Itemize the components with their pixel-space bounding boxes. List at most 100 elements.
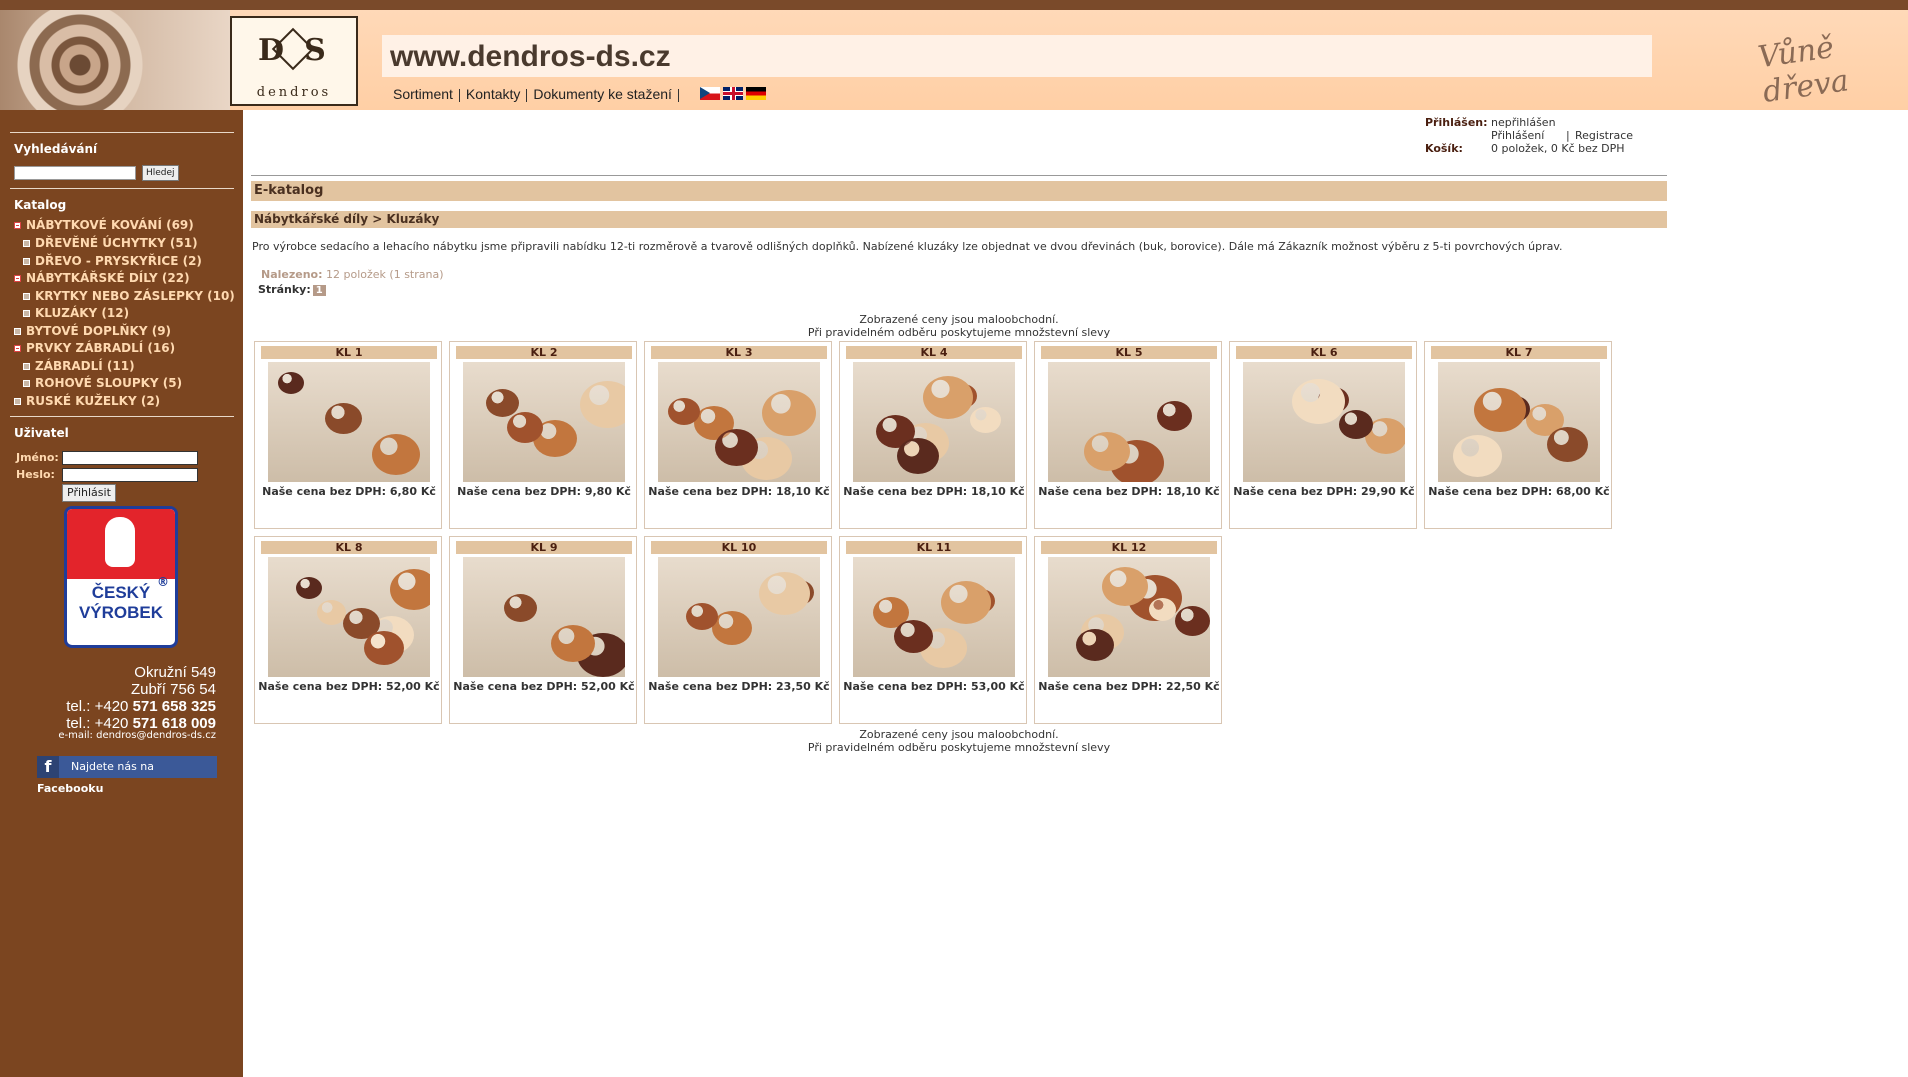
product-image[interactable] bbox=[658, 362, 820, 482]
product-title[interactable]: KL 6 bbox=[1236, 346, 1412, 359]
register-link[interactable]: Registrace bbox=[1575, 129, 1633, 142]
cart-value[interactable]: 0 položek, 0 Kč bez DPH bbox=[1491, 142, 1625, 155]
product-card[interactable]: KL 8 Naše cena bez DPH: 52,00 Kč bbox=[254, 536, 442, 724]
address-city: Zubří 756 54 bbox=[130, 681, 216, 698]
wooden-glide-icon bbox=[1102, 567, 1148, 606]
product-card[interactable]: KL 7 Naše cena bez DPH: 68,00 Kč bbox=[1424, 341, 1612, 529]
category-nabytkove-kovani[interactable]: NÁBYTKOVÉ KOVÁNÍ (69) bbox=[14, 218, 194, 232]
product-title[interactable]: KL 3 bbox=[651, 346, 827, 359]
divider bbox=[10, 132, 234, 133]
product-card[interactable]: KL 4 Naše cena bez DPH: 18,10 Kč bbox=[839, 341, 1027, 529]
product-card[interactable]: KL 6 Naše cena bez DPH: 29,90 Kč bbox=[1229, 341, 1417, 529]
facebook-button[interactable]: f Najdete nás na Facebooku bbox=[37, 756, 217, 795]
login-link[interactable]: Přihlášení bbox=[1491, 129, 1544, 142]
product-card[interactable]: KL 10 Naše cena bez DPH: 23,50 Kč bbox=[644, 536, 832, 724]
product-image[interactable] bbox=[1048, 362, 1210, 482]
wooden-glide-icon bbox=[1149, 598, 1176, 621]
nav-dokumenty[interactable]: Dokumenty ke stažení bbox=[533, 86, 672, 102]
wooden-glide-icon bbox=[390, 569, 430, 610]
cz-flag-icon[interactable] bbox=[700, 87, 720, 100]
nav-sortiment[interactable]: Sortiment bbox=[393, 86, 453, 102]
product-image[interactable] bbox=[853, 557, 1015, 677]
product-image[interactable] bbox=[463, 557, 625, 677]
collapse-icon[interactable] bbox=[14, 275, 21, 282]
badge-text: ČESKÝ VÝROBEK bbox=[67, 583, 175, 623]
login-button[interactable]: Přihlásit bbox=[62, 484, 116, 502]
collapse-icon[interactable] bbox=[14, 222, 21, 229]
product-title[interactable]: KL 5 bbox=[1041, 346, 1217, 359]
product-card[interactable]: KL 3 Naše cena bez DPH: 18,10 Kč bbox=[644, 341, 832, 529]
nav-separator bbox=[526, 88, 528, 102]
product-title[interactable]: KL 7 bbox=[1431, 346, 1607, 359]
product-card[interactable]: KL 1 Naše cena bez DPH: 6,80 Kč bbox=[254, 341, 442, 529]
product-title[interactable]: KL 4 bbox=[846, 346, 1022, 359]
page-1-link[interactable]: 1 bbox=[312, 285, 326, 296]
product-title[interactable]: KL 12 bbox=[1041, 541, 1217, 554]
password-input[interactable] bbox=[62, 468, 198, 482]
catalog-title: Katalog bbox=[14, 198, 67, 212]
category-nabytkarske-dily[interactable]: NÁBYTKÁŘSKÉ DÍLY (22) bbox=[14, 271, 190, 285]
product-image[interactable] bbox=[1438, 362, 1600, 482]
collapse-icon[interactable] bbox=[14, 345, 21, 352]
product-title[interactable]: KL 8 bbox=[261, 541, 437, 554]
product-title[interactable]: KL 1 bbox=[261, 346, 437, 359]
product-image[interactable] bbox=[658, 557, 820, 677]
product-card[interactable]: KL 12 Naše cena bez DPH: 22,50 Kč bbox=[1034, 536, 1222, 724]
cesky-vyrobek-badge: ® ČESKÝ VÝROBEK bbox=[64, 506, 178, 648]
wooden-glide-icon bbox=[296, 577, 322, 599]
badge-text-line2: VÝROBEK bbox=[78, 603, 164, 622]
nav-kontakty[interactable]: Kontakty bbox=[466, 86, 520, 102]
category-label: DŘEVĚNÉ ÚCHYTKY (51) bbox=[35, 236, 198, 250]
search-input[interactable] bbox=[14, 166, 136, 180]
expand-icon[interactable] bbox=[14, 328, 21, 335]
category-kluzaky[interactable]: KLUZÁKY (12) bbox=[23, 306, 129, 320]
wooden-glide-icon bbox=[1339, 410, 1373, 439]
product-card[interactable]: KL 11 Naše cena bez DPH: 53,00 Kč bbox=[839, 536, 1027, 724]
category-zabradli[interactable]: ZÁBRADLÍ (11) bbox=[23, 359, 135, 373]
wooden-glide-icon bbox=[580, 381, 625, 428]
product-image[interactable] bbox=[463, 362, 625, 482]
nav-separator bbox=[458, 88, 460, 102]
product-card[interactable]: KL 2 Naše cena bez DPH: 9,80 Kč bbox=[449, 341, 637, 529]
user-title: Uživatel bbox=[14, 426, 69, 440]
product-title[interactable]: KL 10 bbox=[651, 541, 827, 554]
category-label: KRYTKY NEBO ZÁSLEPKY (10) bbox=[35, 289, 235, 303]
facebook-prefix: Najdete nás na bbox=[71, 760, 155, 773]
product-title[interactable]: KL 11 bbox=[846, 541, 1022, 554]
category-drevo-pryskyrice[interactable]: DŘEVO - PRYSKYŘICE (2) bbox=[23, 254, 202, 268]
name-input[interactable] bbox=[62, 451, 198, 465]
category-ruske-kuzelky[interactable]: RUSKÉ KUŽELKY (2) bbox=[14, 394, 160, 408]
product-title[interactable]: KL 9 bbox=[456, 541, 632, 554]
product-card[interactable]: KL 9 Naše cena bez DPH: 52,00 Kč bbox=[449, 536, 637, 724]
wooden-glide-icon bbox=[762, 390, 816, 436]
category-prvky-zabradli[interactable]: PRVKY ZÁBRADLÍ (16) bbox=[14, 341, 175, 355]
product-price: Naše cena bez DPH: 18,10 Kč bbox=[1038, 485, 1220, 498]
wooden-glide-icon bbox=[372, 434, 420, 475]
nav-separator bbox=[677, 88, 679, 102]
de-flag-icon[interactable] bbox=[746, 87, 766, 100]
category-drevene-uchytky[interactable]: DŘEVĚNÉ ÚCHYTKY (51) bbox=[23, 236, 198, 250]
uk-flag-icon[interactable] bbox=[723, 87, 743, 100]
email-link[interactable]: e-mail: dendros@dendros-ds.cz bbox=[58, 730, 216, 741]
category-rohove-sloupky[interactable]: ROHOVÉ SLOUPKY (5) bbox=[23, 376, 182, 390]
product-card[interactable]: KL 5 Naše cena bez DPH: 18,10 Kč bbox=[1034, 341, 1222, 529]
product-image[interactable] bbox=[1243, 362, 1405, 482]
category-label: ZÁBRADLÍ (11) bbox=[35, 359, 135, 373]
expand-icon[interactable] bbox=[14, 398, 21, 405]
product-title[interactable]: KL 2 bbox=[456, 346, 632, 359]
product-image[interactable] bbox=[853, 362, 1015, 482]
wood-shavings-image bbox=[0, 10, 230, 110]
product-image[interactable] bbox=[268, 557, 430, 677]
wooden-glide-icon bbox=[486, 389, 519, 417]
bullet-icon bbox=[23, 380, 30, 387]
category-label: PRVKY ZÁBRADLÍ (16) bbox=[26, 341, 176, 355]
product-image[interactable] bbox=[268, 362, 430, 482]
category-krytky[interactable]: KRYTKY NEBO ZÁSLEPKY (10) bbox=[23, 289, 235, 303]
dendros-logo[interactable]: D S dendros bbox=[230, 16, 358, 106]
price-note-top: Zobrazené ceny jsou maloobchodní. Při pr… bbox=[251, 313, 1667, 339]
wooden-glide-icon bbox=[317, 600, 346, 625]
search-button[interactable]: Hledej bbox=[142, 165, 179, 181]
product-image[interactable] bbox=[1048, 557, 1210, 677]
category-bytove-doplnky[interactable]: BYTOVÉ DOPLŇKY (9) bbox=[14, 324, 171, 338]
cart-label-text: Košík: bbox=[1425, 142, 1463, 155]
